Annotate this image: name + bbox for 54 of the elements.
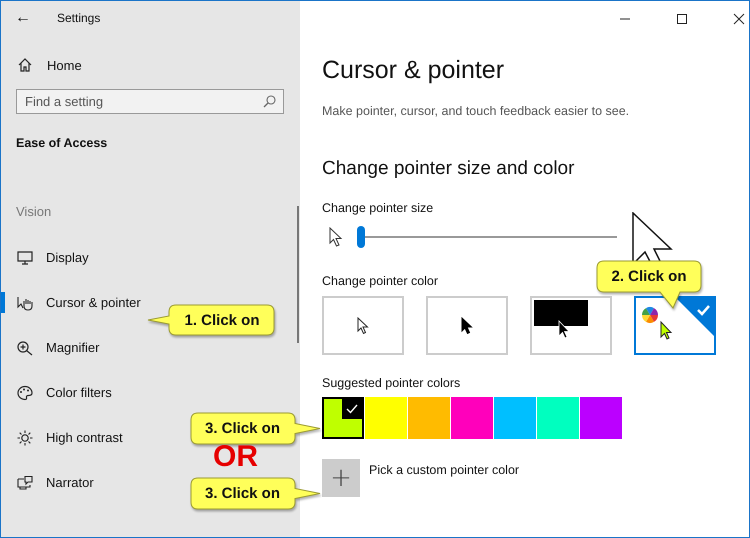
pointer-color-tile[interactable]	[530, 296, 612, 355]
callout: 3. Click on	[190, 477, 321, 510]
suggested-label: Suggested pointer colors	[322, 376, 460, 390]
custom-color-label: Pick a custom pointer color	[369, 463, 520, 477]
nav-item[interactable]: Magnifier	[16, 340, 100, 356]
monitor-icon	[16, 250, 34, 266]
close-icon[interactable]	[733, 13, 745, 25]
group-heading: Vision	[16, 204, 52, 219]
page-title: Cursor & pointer	[322, 56, 506, 85]
color-label: Change pointer color	[322, 274, 438, 288]
color-swatch[interactable]	[580, 397, 622, 439]
pointer-color-tile[interactable]	[426, 296, 508, 355]
size-label: Change pointer size	[322, 201, 434, 215]
search-field[interactable]: Find a setting	[16, 89, 284, 114]
section-heading: Change pointer size and color	[322, 158, 576, 180]
sun-icon	[16, 430, 34, 446]
nav-item[interactable]: High contrast	[16, 430, 123, 446]
section-title: Ease of Access	[16, 136, 108, 150]
nav-item[interactable]: Display	[16, 250, 89, 266]
color-swatch[interactable]	[451, 397, 493, 439]
or-label: OR	[213, 442, 258, 472]
page-description: Make pointer, cursor, and touch feedback easier to see.	[322, 104, 630, 118]
selected-check-icon	[676, 298, 714, 336]
color-swatch[interactable]	[322, 397, 364, 439]
color-swatch[interactable]	[494, 397, 536, 439]
callout: 2. Click on	[596, 260, 702, 309]
nav-item[interactable]: Narrator	[16, 474, 94, 490]
pointer-color-tile[interactable]	[634, 296, 716, 355]
home-icon	[17, 57, 33, 73]
palette-icon	[16, 384, 34, 400]
nav-item[interactable]: Cursor & pointer	[16, 294, 141, 310]
outline-cursor-icon	[357, 316, 369, 334]
back-button[interactable]: ←	[15, 9, 31, 27]
solid-cursor-icon	[461, 316, 473, 334]
nav-item[interactable]: Color filters	[16, 384, 112, 400]
scrollbar[interactable]	[297, 206, 299, 343]
inverted-cursor-drawing	[534, 300, 590, 340]
search-icon	[263, 95, 276, 108]
magnifier-icon	[16, 340, 34, 356]
speech-monitor-icon	[16, 474, 34, 490]
callout: 3. Click on	[190, 412, 321, 445]
add-color-button[interactable]: +	[322, 459, 360, 497]
color-swatch[interactable]	[537, 397, 579, 439]
cursor-hand-icon	[16, 294, 34, 310]
pointer-color-tile[interactable]	[322, 296, 404, 355]
callout: 1. Click on	[147, 304, 275, 336]
maximize-icon[interactable]	[676, 13, 688, 25]
small-cursor-icon	[329, 227, 343, 247]
home-link[interactable]: Home	[17, 55, 300, 75]
check-icon	[342, 399, 362, 419]
color-swatch[interactable]	[408, 397, 450, 439]
window-title: Settings	[57, 11, 100, 25]
slider-thumb[interactable]	[357, 226, 365, 248]
color-swatch[interactable]	[365, 397, 407, 439]
